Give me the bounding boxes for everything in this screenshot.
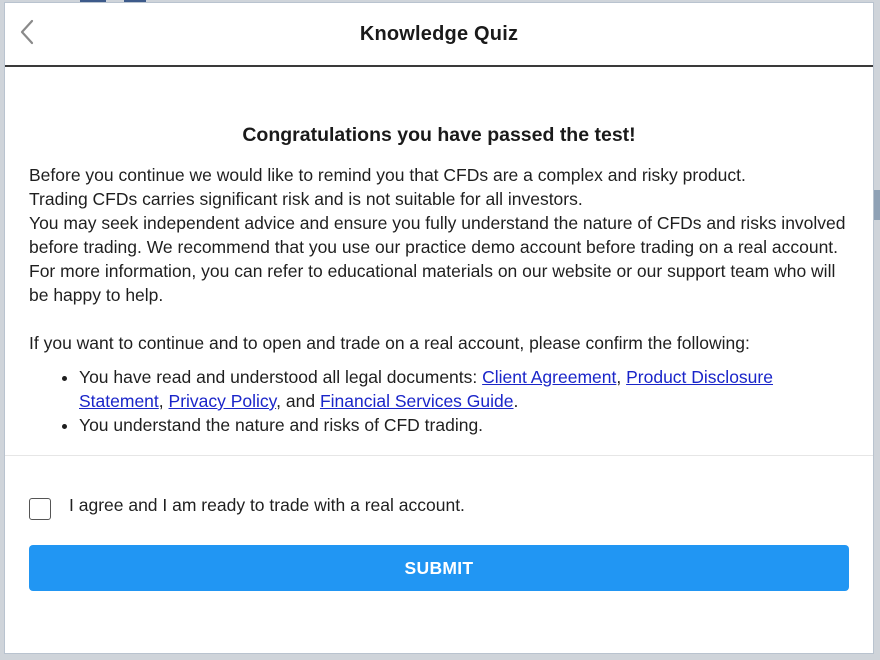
privacy-policy-link[interactable]: Privacy Policy [169,391,277,411]
submit-button[interactable]: SUBMIT [29,545,849,591]
bullet-text: You have read and understood all legal d… [79,367,483,387]
knowledge-quiz-dialog: Knowledge Quiz Congratulations you have … [4,2,874,654]
agree-label[interactable]: I agree and I am ready to trade with a r… [69,495,465,516]
advice-text: You may seek independent advice and ensu… [29,213,846,305]
separator: , [616,367,627,387]
client-agreement-link[interactable]: Client Agreement [482,367,616,387]
dialog-title: Knowledge Quiz [359,23,519,45]
risk-warning-line-2: Trading CFDs carries significant risk an… [29,189,583,209]
risk-warning-text: Before you continue we would like to rem… [29,163,849,307]
separator: , [158,391,169,411]
agreement-row: I agree and I am ready to trade with a r… [29,487,465,523]
list-item: You have read and understood all legal d… [79,365,849,413]
list-item: You understand the nature and risks of C… [79,413,849,437]
confirm-list: You have read and understood all legal d… [29,365,849,437]
separator: , and [276,391,320,411]
success-heading: Congratulations you have passed the test… [242,124,636,146]
financial-services-guide-link[interactable]: Financial Services Guide [320,391,514,411]
period: . [513,391,519,411]
background-scrollbar [874,190,880,220]
dialog-content: Congratulations you have passed the test… [29,121,849,437]
dialog-header: Knowledge Quiz [5,3,873,67]
divider [5,455,873,456]
confirm-intro: If you want to continue and to open and … [29,333,750,353]
agree-checkbox[interactable] [29,498,51,520]
risk-warning-line-1: Before you continue we would like to rem… [29,165,746,185]
